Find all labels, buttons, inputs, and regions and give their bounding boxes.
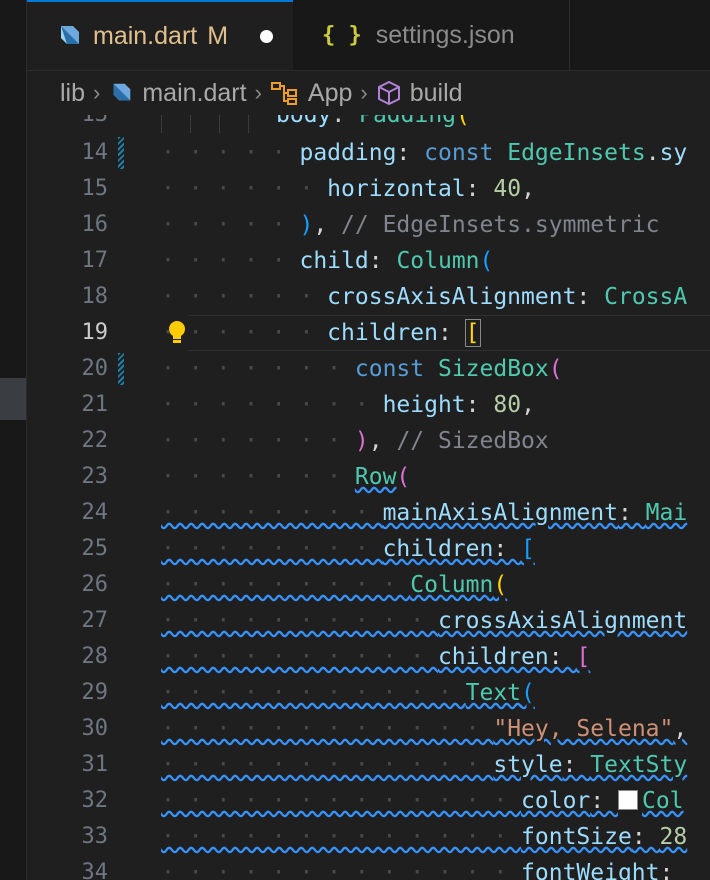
code-text: · · · · · · children: [ — [161, 319, 481, 347]
chevron-right-icon: › — [93, 80, 101, 105]
code-text: · · · · · · · · height: 80, — [161, 392, 535, 418]
code-line: 25 · · · · · · · · children: [ — [27, 531, 710, 567]
code-line: 15 · · · · · · horizontal: 40, — [27, 171, 710, 207]
code-line: 21 · · · · · · · · height: 80, — [27, 387, 710, 423]
code-line: 13 body: Padding( — [27, 115, 710, 133]
code-line: 30 · · · · · · · · · · · · "Hey, Selena"… — [27, 711, 710, 747]
code-editor[interactable]: 13 body: Padding( 14 · · · · · padding: … — [27, 115, 710, 880]
code-text: · · · · · · · · · · · · "Hey, Selena", — [161, 716, 688, 742]
line-number: 24 — [81, 500, 109, 525]
line-number: 15 — [81, 176, 109, 201]
line-number: 25 — [81, 536, 109, 561]
line-number: 22 — [81, 428, 109, 453]
code-line-active: 19 · · · · · · children: [ — [27, 315, 710, 351]
breadcrumb: lib › main.dart › App › build — [27, 71, 710, 115]
code-line: 34 · · · · · · · · · · · · · fontWeight: — [27, 855, 710, 880]
code-text: · · · · · · · · children: [ — [161, 536, 535, 562]
code-line: 29 · · · · · · · · · · · Text( — [27, 675, 710, 711]
line-number: 30 — [81, 716, 109, 741]
line-number: 13 — [27, 115, 109, 133]
tab-title: settings.json — [375, 20, 515, 49]
code-text: · · · · · · · · · · · · · fontWeight: — [161, 860, 674, 880]
code-line: 20 · · · · · · · const SizedBox( — [27, 351, 710, 387]
code-text: · · · · · · · · · · children: [ — [161, 644, 591, 670]
code-text: · · · · · · crossAxisAlignment: CrossA — [161, 284, 688, 310]
chevron-right-icon: › — [254, 80, 262, 105]
code-line: 22 · · · · · · · ), // SizedBox — [27, 423, 710, 459]
code-line: 27 · · · · · · · · · · crossAxisAlignmen… — [27, 603, 710, 639]
modified-gutter-marker — [118, 137, 124, 169]
code-text: · · · · · child: Column( — [161, 248, 494, 274]
code-line: 14 · · · · · padding: const EdgeInsets.s… — [27, 135, 710, 171]
line-number: 17 — [81, 248, 109, 273]
method-icon — [377, 80, 400, 106]
dart-icon — [113, 83, 131, 101]
line-number: 34 — [81, 860, 109, 880]
activity-bar-active-marker — [0, 378, 26, 420]
code-text: · · · · · · · Row( — [161, 464, 411, 490]
tab-bar: main.dart M { } settings.json — [27, 0, 710, 71]
line-number: 29 — [81, 680, 109, 705]
code-text: · · · · · · · · · · crossAxisAlignment — [161, 608, 688, 634]
line-number: 23 — [81, 464, 109, 489]
breadcrumb-item-file[interactable]: main.dart — [142, 79, 246, 108]
code-line: 33 · · · · · · · · · · · · · fontSize: 2… — [27, 819, 710, 855]
code-line: 32 · · · · · · · · · · · · · color: Col — [27, 783, 710, 819]
code-line: 17 · · · · · child: Column( — [27, 243, 710, 279]
line-number: 27 — [81, 608, 109, 633]
tab-main-dart[interactable]: main.dart M — [27, 0, 293, 70]
code-text: body: Padding( — [276, 115, 470, 128]
code-text: · · · · · · · · · · · Text( — [161, 680, 535, 706]
modified-indicator: M — [207, 21, 229, 50]
code-line: 24 · · · · · · · · mainAxisAlignment: Ma… — [27, 495, 710, 531]
line-number: 18 — [81, 284, 109, 309]
code-text: · · · · · padding: const EdgeInsets.sy — [161, 140, 688, 166]
tab-title: main.dart — [93, 21, 198, 50]
color-swatch[interactable] — [617, 790, 638, 810]
line-number: 31 — [81, 752, 109, 777]
line-number: 14 — [81, 140, 109, 165]
modified-gutter-marker — [118, 353, 124, 385]
breadcrumb-item-class[interactable]: App — [308, 79, 352, 108]
line-number: 19 — [81, 320, 109, 345]
dart-icon — [61, 26, 79, 44]
code-line: 23 · · · · · · · Row( — [27, 459, 710, 495]
code-line: 18 · · · · · · crossAxisAlignment: Cross… — [27, 279, 710, 315]
braces-icon: { } — [322, 22, 362, 48]
code-text: · · · · · · · · · · · · · color: Col — [161, 788, 684, 814]
line-number: 21 — [81, 392, 109, 417]
code-line: 26 · · · · · · · · · Column( — [27, 567, 710, 603]
breadcrumb-item-lib[interactable]: lib — [60, 79, 85, 108]
line-number: 26 — [81, 572, 109, 597]
code-line: 16 · · · · · ), // EdgeInsets.symmetric — [27, 207, 710, 243]
line-number: 28 — [81, 644, 109, 669]
code-text: · · · · · · · · · · · · · fontSize: 28 — [161, 824, 688, 850]
chevron-right-icon: › — [360, 80, 368, 105]
code-text: · · · · · · · · · Column( — [161, 572, 508, 598]
code-line: 31 · · · · · · · · · · · · style: TextSt… — [27, 747, 710, 783]
code-text: · · · · · ), // EdgeInsets.symmetric — [161, 212, 660, 238]
unsaved-dot-icon[interactable] — [260, 29, 274, 43]
line-number: 20 — [81, 356, 109, 381]
line-number: 16 — [81, 212, 109, 237]
code-text: · · · · · · · · mainAxisAlignment: Mai — [161, 500, 688, 526]
code-line: 28 · · · · · · · · · · children: [ — [27, 639, 710, 675]
code-text: · · · · · · · ), // SizedBox — [161, 428, 549, 454]
class-icon — [270, 82, 297, 105]
line-number: 32 — [81, 788, 109, 813]
breadcrumb-item-method[interactable]: build — [410, 79, 463, 108]
activity-bar — [0, 0, 27, 880]
code-text: · · · · · · horizontal: 40, — [161, 176, 535, 202]
code-text: · · · · · · · const SizedBox( — [161, 356, 563, 382]
code-text: · · · · · · · · · · · · style: TextSty — [161, 752, 688, 778]
line-number: 33 — [81, 824, 109, 849]
tab-settings-json[interactable]: { } settings.json — [294, 0, 570, 70]
